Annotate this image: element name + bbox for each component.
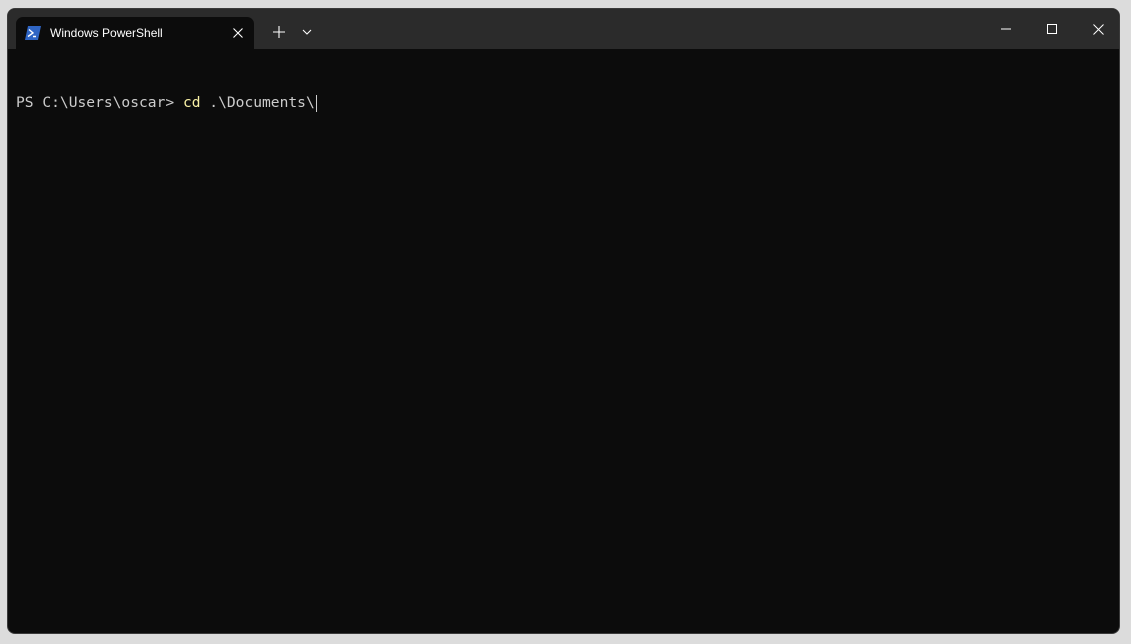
- tab-dropdown-button[interactable]: [294, 17, 320, 47]
- plus-icon: [273, 26, 285, 38]
- close-icon: [1092, 23, 1104, 35]
- text-cursor: [315, 94, 317, 112]
- terminal-window: Windows PowerShell PS C:\Users\oscar> cd…: [7, 8, 1120, 634]
- tab-windows-powershell[interactable]: Windows PowerShell: [16, 17, 254, 49]
- new-tab-button[interactable]: [264, 17, 294, 47]
- terminal-output[interactable]: PS C:\Users\oscar> cd .\Documents\: [16, 58, 1119, 633]
- command-line: PS C:\Users\oscar> cd .\Documents\: [16, 94, 1119, 112]
- title-bar[interactable]: Windows PowerShell: [8, 9, 1119, 49]
- close-icon: [233, 28, 243, 38]
- minimize-button[interactable]: [983, 9, 1029, 49]
- close-window-button[interactable]: [1075, 9, 1119, 49]
- command: cd: [182, 94, 201, 111]
- maximize-button[interactable]: [1029, 9, 1075, 49]
- tab-close-button[interactable]: [224, 19, 252, 47]
- powershell-icon: [25, 25, 41, 41]
- prompt: PS C:\Users\oscar>: [16, 94, 183, 111]
- command-argument: .\Documents\: [200, 94, 315, 111]
- minimize-icon: [1001, 28, 1011, 30]
- chevron-down-icon: [302, 29, 312, 35]
- tab-label: Windows PowerShell: [50, 26, 163, 40]
- maximize-icon: [1047, 24, 1057, 34]
